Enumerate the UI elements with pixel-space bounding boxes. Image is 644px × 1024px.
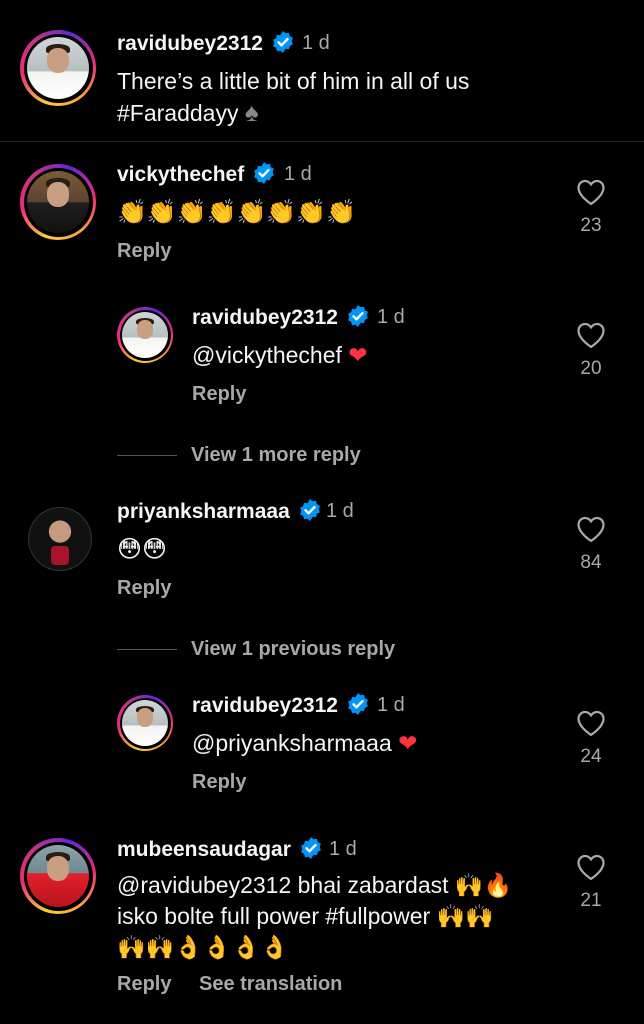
like-count: 24 <box>580 746 602 767</box>
timestamp: 1 d <box>377 694 405 716</box>
avatar[interactable] <box>20 30 96 106</box>
verified-badge-icon <box>300 837 321 859</box>
reply-button[interactable]: Reply <box>192 383 246 406</box>
verified-badge-icon <box>254 162 275 184</box>
timestamp: 1 d <box>329 838 357 860</box>
reply-button[interactable]: Reply <box>192 771 246 794</box>
avatar[interactable] <box>28 507 92 571</box>
caption-text: There’s a little bit of him in all of us… <box>117 66 469 129</box>
mention-link[interactable]: @vickythechef <box>192 342 342 368</box>
divider-line <box>117 455 177 457</box>
divider-line <box>117 649 177 651</box>
heart-icon <box>577 516 605 543</box>
like-count: 20 <box>580 358 602 379</box>
like-count: 23 <box>580 215 602 236</box>
like-button[interactable]: 20 <box>571 321 611 380</box>
comment-username[interactable]: ravidubey2312 <box>192 304 370 330</box>
timestamp: 1 d <box>302 32 330 54</box>
view-more-replies-button[interactable]: View 1 more reply <box>117 444 361 467</box>
mention-link[interactable]: @priyanksharmaaa <box>192 730 392 756</box>
comment-text: @ravidubey2312 bhai zabardast 🙌🔥 isko bo… <box>117 870 512 963</box>
timestamp: 1 d <box>377 306 405 328</box>
view-previous-reply-label: View 1 previous reply <box>191 638 396 660</box>
like-button[interactable]: 84 <box>571 515 611 574</box>
heart-icon <box>577 710 605 737</box>
comment-text: 👏👏👏👏👏👏👏👏 <box>117 198 357 226</box>
verified-badge-icon <box>348 305 368 327</box>
comment-text: @priyanksharmaaa ❤ <box>192 728 417 759</box>
caption-text-line: There’s a little bit of him in all of us <box>117 68 470 94</box>
like-count: 21 <box>580 890 602 911</box>
red-heart-emoji: ❤ <box>348 342 368 368</box>
timestamp: 1 d <box>326 500 354 522</box>
view-more-replies-label: View 1 more reply <box>191 444 361 466</box>
avatar[interactable] <box>20 838 96 914</box>
hashtag[interactable]: #Faraddayy <box>117 100 238 126</box>
heart-icon <box>577 322 605 349</box>
like-button[interactable]: 21 <box>571 853 611 912</box>
divider <box>0 141 644 142</box>
comment-username[interactable]: ravidubey2312 <box>192 692 370 718</box>
view-previous-reply-button[interactable]: View 1 previous reply <box>117 638 395 661</box>
reply-button[interactable]: Reply <box>117 240 171 263</box>
verified-badge-icon <box>299 499 320 521</box>
heart-icon <box>577 854 605 881</box>
see-translation-button[interactable]: See translation <box>199 973 342 996</box>
caption-username[interactable]: ravidubey2312 <box>117 30 295 56</box>
verified-badge-icon <box>348 693 368 715</box>
spade-icon: ♠ <box>244 97 259 127</box>
reply-button[interactable]: Reply <box>117 973 171 996</box>
avatar[interactable] <box>117 695 173 751</box>
comment-text: 😳😳 <box>117 535 168 563</box>
comment-text-line: isko bolte full power #fullpower 🙌🙌 <box>117 903 494 929</box>
red-heart-emoji: ❤ <box>398 730 418 756</box>
timestamp: 1 d <box>284 163 312 185</box>
like-button[interactable]: 24 <box>571 709 611 768</box>
verified-badge-icon <box>273 31 293 53</box>
like-button[interactable]: 23 <box>571 178 611 237</box>
avatar[interactable] <box>20 164 96 240</box>
reply-button[interactable]: Reply <box>117 577 171 600</box>
like-count: 84 <box>580 552 602 573</box>
comment-text-line: @ravidubey2312 bhai zabardast 🙌🔥 <box>117 872 513 898</box>
comment-username[interactable]: mubeensaudagar <box>117 836 323 862</box>
comment-text: @vickythechef ❤ <box>192 340 368 371</box>
heart-icon <box>577 179 605 206</box>
comment-username[interactable]: vickythechef <box>117 161 276 187</box>
comment-text-line: 🙌🙌👌👌👌👌 <box>117 934 289 960</box>
avatar[interactable] <box>117 307 173 363</box>
comment-username[interactable]: priyanksharmaaa <box>117 498 322 524</box>
